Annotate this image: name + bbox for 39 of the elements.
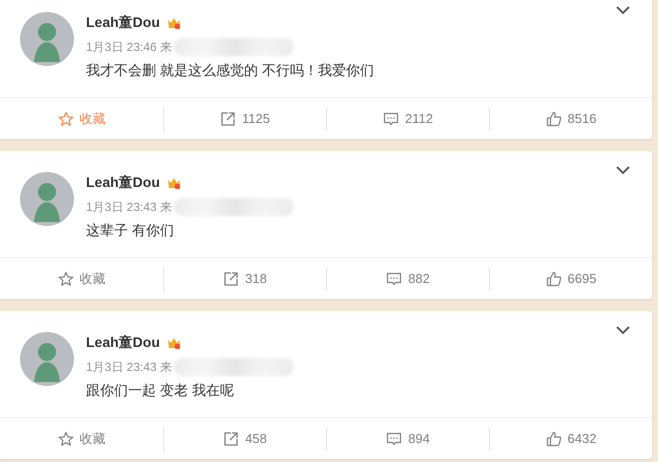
repost-button[interactable]: 318 [223,270,267,286]
post-text: 跟你们一起 变老 我在呢 [86,382,235,400]
comment-icon [383,110,400,126]
like-button[interactable]: 6695 [546,270,596,286]
like-button[interactable]: 6432 [546,430,596,446]
repost-button[interactable]: 1125 [220,110,270,126]
favorite-button[interactable]: 收藏 [58,110,106,128]
avatar[interactable] [20,172,74,226]
comment-icon [386,430,402,446]
post-text: 这辈子 有你们 [86,222,175,240]
avatar[interactable] [20,332,74,386]
comment-icon [386,270,402,286]
chevron-down-icon[interactable] [615,165,631,175]
star-icon [58,430,74,446]
like-button[interactable]: 8516 [546,110,596,126]
author-name[interactable]: Leah童Dou [86,334,160,352]
chevron-down-icon[interactable] [615,325,631,335]
comment-button[interactable]: 2112 [383,110,433,126]
comment-button[interactable]: 894 [386,430,430,446]
thumbs-up-icon [546,110,562,126]
author-name[interactable]: Leah童Dou [86,14,160,32]
favorite-button[interactable]: 收藏 [58,270,106,288]
post-text: 我才不会删 就是这么感觉的 不行吗！我爱你们 [86,62,374,80]
avatar[interactable] [20,12,74,66]
post-time[interactable]: 1月3日 23:43 来 [86,358,172,376]
share-icon [223,430,240,446]
post-time[interactable]: 1月3日 23:46 来 [86,38,172,56]
author-name[interactable]: Leah童Dou [86,174,160,192]
comment-button[interactable]: 882 [386,270,430,286]
repost-button[interactable]: 458 [223,430,267,446]
star-icon [58,110,74,126]
thumbs-up-icon [546,270,562,286]
share-icon [220,110,236,126]
thumbs-up-icon [546,430,562,446]
share-icon [223,270,240,286]
favorite-button[interactable]: 收藏 [58,430,106,448]
post-time[interactable]: 1月3日 23:43 来 [86,198,172,216]
star-icon [58,270,74,286]
chevron-down-icon[interactable] [615,5,631,15]
